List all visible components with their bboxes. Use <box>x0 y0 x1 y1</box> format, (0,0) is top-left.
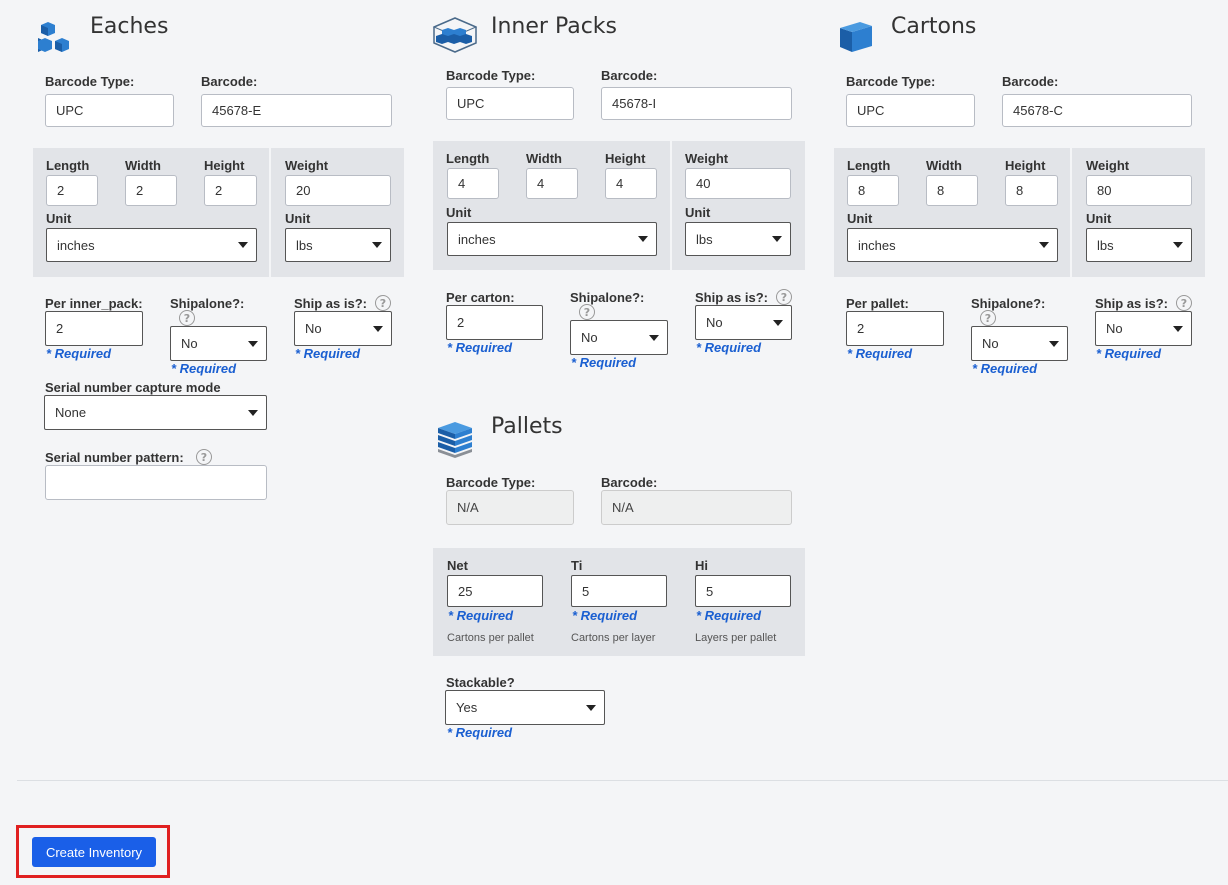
pallets-title: Pallets <box>491 414 563 439</box>
cartons-unit-label: Unit <box>847 211 873 226</box>
footer-divider <box>17 780 1228 781</box>
cartons-shipalone-select[interactable]: No <box>971 326 1068 361</box>
cartons-width-input[interactable]: 8 <box>926 175 978 206</box>
cartons-height-label: Height <box>1005 158 1046 173</box>
cartons-barcode-type-input[interactable]: UPC <box>846 94 975 127</box>
cartons-weight-unit-value: lbs <box>1097 237 1114 253</box>
create-inventory-button[interactable]: Create Inventory <box>32 837 156 867</box>
cartons-ship-as-is-select[interactable]: No <box>1095 311 1192 346</box>
cartons-width-label: Width <box>926 158 962 173</box>
pallets-barcode-type-input[interactable]: N/A <box>446 490 574 525</box>
help-icon[interactable]: ? <box>980 310 996 326</box>
cartons-length-label: Length <box>847 158 891 173</box>
chevron-down-icon <box>1173 242 1183 248</box>
pallets-barcode-type-label: Barcode Type: <box>446 475 536 490</box>
pallets-net-label: Net <box>447 558 468 573</box>
pallets-ti-input[interactable]: 5 <box>571 575 667 607</box>
pallets-stackable-required: * Required <box>447 725 513 740</box>
cartons-unit-select[interactable]: inches <box>847 228 1058 262</box>
serial-mode-label: Serial number capture mode <box>45 380 221 395</box>
cartons-shipalone-required: * Required <box>972 361 1038 376</box>
pallets-ti-required: * Required <box>572 608 638 623</box>
chevron-down-icon <box>1173 325 1183 332</box>
pallets-barcode-label: Barcode: <box>601 475 658 490</box>
pallets-hi-label: Hi <box>695 558 708 573</box>
help-icon[interactable]: ? <box>1176 295 1192 311</box>
pallet-stack-icon <box>435 420 475 458</box>
cartons-weight-unit-select[interactable]: lbs <box>1086 228 1192 262</box>
chevron-down-icon <box>586 704 596 711</box>
cartons-ship-as-is-value: No <box>1106 321 1123 336</box>
pallets-net-required: * Required <box>448 608 514 623</box>
pallets-barcode-input[interactable]: N/A <box>601 490 792 525</box>
pallets-stackable-value: Yes <box>456 700 478 715</box>
cartons-barcode-input[interactable]: 45678-C <box>1002 94 1192 127</box>
cartons-per-input[interactable]: 2 <box>846 311 944 346</box>
pallets-hi-input[interactable]: 5 <box>695 575 791 607</box>
pallets-hi-required: * Required <box>696 608 762 623</box>
box-icon <box>838 20 874 54</box>
cartons-ship-as-is-label: Ship as is?: <box>1095 296 1168 311</box>
cartons-weight-label: Weight <box>1086 158 1130 173</box>
cartons-per-required: * Required <box>847 346 913 361</box>
cartons-section: Cartons Barcode Type: Barcode: UPC 45678… <box>0 0 1228 380</box>
cartons-weight-input[interactable]: 80 <box>1086 175 1192 206</box>
cartons-title: Cartons <box>891 14 977 39</box>
chevron-down-icon <box>1049 340 1059 347</box>
pallets-section: Pallets Barcode Type: Barcode: N/A N/A N… <box>0 400 810 750</box>
cartons-length-input[interactable]: 8 <box>847 175 899 206</box>
cartons-shipalone-label: Shipalone?: <box>971 296 1046 311</box>
cartons-panel-divider <box>1070 148 1072 277</box>
cartons-height-input[interactable]: 8 <box>1005 175 1058 206</box>
cartons-barcode-label: Barcode: <box>1002 74 1059 89</box>
pallets-ti-label: Ti <box>571 558 583 573</box>
cartons-per-label: Per pallet: <box>846 296 909 311</box>
cartons-barcode-type-label: Barcode Type: <box>846 74 936 89</box>
pallets-net-hint: Cartons per pallet <box>447 632 534 644</box>
pallets-stackable-select[interactable]: Yes <box>445 690 605 725</box>
pallets-hi-hint: Layers per pallet <box>695 632 777 644</box>
cartons-ship-as-is-required: * Required <box>1096 346 1162 361</box>
cartons-unit-value: inches <box>858 237 896 253</box>
pallets-stackable-label: Stackable? <box>446 675 515 690</box>
cartons-shipalone-value: No <box>982 336 999 351</box>
chevron-down-icon <box>1039 242 1049 248</box>
pallets-ti-hint: Cartons per layer <box>571 632 656 644</box>
cartons-weight-unit-label: Unit <box>1086 211 1112 226</box>
pallets-net-input[interactable]: 25 <box>447 575 543 607</box>
